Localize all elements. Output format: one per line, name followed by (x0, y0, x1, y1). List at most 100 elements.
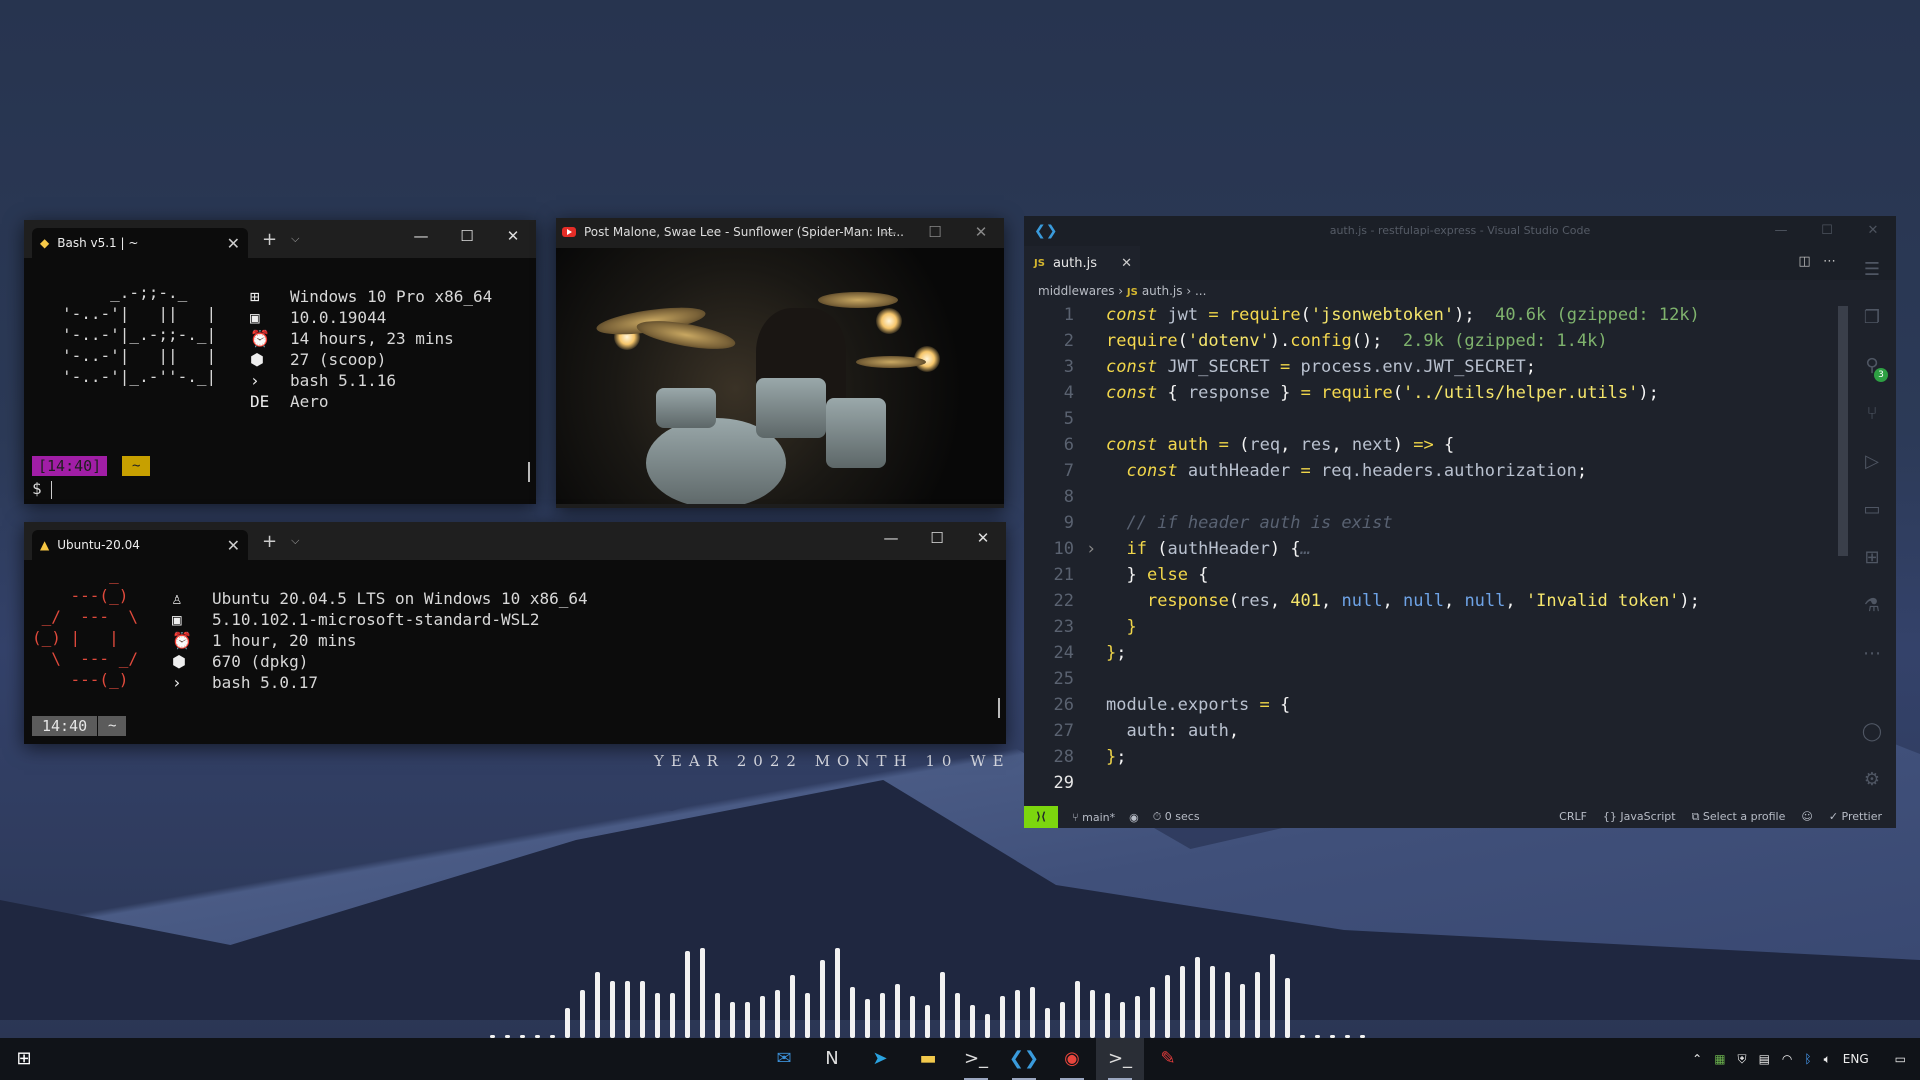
close-tab-icon[interactable]: ✕ (227, 536, 240, 555)
code-line[interactable]: 4 const { response } = require('../utils/… (1024, 380, 1834, 406)
input-language[interactable]: ENG (1843, 1052, 1869, 1066)
breadcrumb[interactable]: middlewares › JS auth.js › ... (1024, 280, 1896, 302)
breadcrumb-symbol[interactable]: ... (1195, 284, 1206, 298)
ubuntu-tab[interactable]: ▲ Ubuntu-20.04 ✕ (32, 530, 248, 560)
close-button[interactable]: ✕ (958, 218, 1004, 246)
code-line[interactable]: 23 } (1024, 614, 1834, 640)
code-line[interactable]: 27 auth: auth, (1024, 718, 1834, 744)
taskbar-explorer-icon[interactable]: ▬ (904, 1038, 952, 1080)
search-icon[interactable]: ⚲ (1848, 342, 1896, 390)
more-icon[interactable]: ⋯ (1848, 630, 1896, 678)
ubuntu-scrollbar[interactable] (998, 698, 1000, 718)
maximize-button[interactable]: ☐ (1804, 216, 1850, 246)
editor-tab-auth-js[interactable]: JS auth.js ✕ (1024, 246, 1140, 280)
ubuntu-terminal-window[interactable]: ▲ Ubuntu-20.04 ✕ + ⌵ — ☐ ✕ _ ---(_) _/ -… (24, 522, 1006, 744)
tray-app-icon[interactable]: ⛨ (1738, 1052, 1747, 1067)
video-frame[interactable] (556, 248, 1004, 504)
code-editor[interactable]: 1 const jwt = require('jsonwebtoken'); 40… (1024, 302, 1834, 796)
minimize-button[interactable]: — (1758, 216, 1804, 246)
video-pip-window[interactable]: Post Malone, Swae Lee - Sunflower (Spide… (556, 218, 1004, 508)
bash-terminal-window[interactable]: ◆ Bash v5.1 | ~ ✕ + ⌵ — ☐ ✕ _.-;;-._ '-.… (24, 220, 536, 504)
taskbar-notion-icon[interactable]: N (808, 1038, 856, 1080)
fold-chevron-icon[interactable]: › (1086, 536, 1106, 562)
code-line[interactable]: 8 (1024, 484, 1834, 510)
bash-scrollbar[interactable] (528, 462, 530, 482)
minimize-button[interactable]: — (868, 522, 914, 554)
breadcrumb-file[interactable]: auth.js (1142, 284, 1183, 298)
split-editor-icon[interactable]: ◫ ⋯ (1798, 254, 1836, 269)
code-line[interactable]: 28}; (1024, 744, 1834, 770)
new-tab-button[interactable]: + (262, 531, 277, 552)
minimize-button[interactable]: — (398, 220, 444, 252)
testing-icon[interactable]: ⚗ (1848, 582, 1896, 630)
wifi-icon[interactable]: ◠ (1782, 1052, 1792, 1066)
code-line[interactable]: 7 const authHeader = req.headers.authori… (1024, 458, 1834, 484)
source-control-icon[interactable]: ⑂ (1848, 390, 1896, 438)
code-line[interactable]: 2 require('dotenv').config(); 2.9k (gzipp… (1024, 328, 1834, 354)
code-line[interactable]: 5 (1024, 406, 1834, 432)
code-line[interactable]: 3 const JWT_SECRET = process.env.JWT_SECR… (1024, 354, 1834, 380)
code-line[interactable]: 1 const jwt = require('jsonwebtoken'); 40… (1024, 302, 1834, 328)
new-tab-button[interactable]: + (262, 229, 277, 250)
settings-gear-icon[interactable]: ⚙ (1848, 756, 1896, 804)
close-button[interactable]: ✕ (960, 522, 1006, 554)
close-tab-icon[interactable]: ✕ (1121, 256, 1132, 271)
feedback-icon[interactable]: ☺ (1801, 810, 1812, 824)
extensions-icon[interactable]: ⊞ (1848, 534, 1896, 582)
profile-selector[interactable]: ⧉ Select a profile (1692, 810, 1786, 824)
taskbar-terminal-2-icon[interactable]: >_ (1096, 1038, 1144, 1080)
code-line[interactable]: 29 (1024, 770, 1834, 796)
minimize-button[interactable]: — (866, 218, 912, 246)
close-button[interactable]: ✕ (490, 220, 536, 252)
remote-indicator-icon[interactable]: ⟩⟨ (1024, 806, 1058, 828)
code-line[interactable]: 9 // if header auth is exist (1024, 510, 1834, 536)
maximize-button[interactable]: ☐ (444, 220, 490, 252)
taskbar-app-red-icon[interactable]: ✎ (1144, 1038, 1192, 1080)
code-line[interactable]: 6 const auth = (req, res, next) => { (1024, 432, 1834, 458)
vscode-window[interactable]: ❮❯ auth.js - restfulapi-express - Visual… (1024, 216, 1896, 828)
live-share-icon[interactable]: ◉ (1129, 811, 1139, 824)
code-text: require('dotenv').config(); 2.9k (gzippe… (1106, 331, 1608, 351)
taskbar-chrome-icon[interactable]: ◉ (1048, 1038, 1096, 1080)
language-mode[interactable]: {} JavaScript (1603, 810, 1676, 824)
tray-overflow-icon[interactable]: ⌃ (1692, 1052, 1702, 1066)
code-text: const JWT_SECRET = process.env.JWT_SECRE… (1106, 357, 1536, 377)
taskbar-telegram-icon[interactable]: ➤ (856, 1038, 904, 1080)
remote-explorer-icon[interactable]: ▭ (1848, 486, 1896, 534)
code-line[interactable]: 24}; (1024, 640, 1834, 666)
git-branch[interactable]: ⑂ main* (1072, 811, 1115, 824)
taskbar-vscode-icon[interactable]: ❮❯ (1000, 1038, 1048, 1080)
tab-dropdown-icon[interactable]: ⌵ (291, 534, 299, 548)
code-line[interactable]: 21 } else { (1024, 562, 1834, 588)
maximize-button[interactable]: ☐ (912, 218, 958, 246)
bash-tab[interactable]: ◆ Bash v5.1 | ~ ✕ (32, 228, 248, 258)
start-button[interactable]: ⊞ (0, 1038, 48, 1080)
visualizer-bar (1150, 987, 1155, 1038)
tom-drum (656, 388, 716, 428)
notification-icon[interactable]: ▭ (1895, 1052, 1906, 1066)
bluetooth-icon[interactable]: ᛒ (1804, 1052, 1811, 1066)
code-line[interactable]: 26 module.exports = { (1024, 692, 1834, 718)
time-tracker[interactable]: ⏱ 0 secs (1153, 810, 1200, 824)
code-line[interactable]: 10 › if (authHeader) {… (1024, 536, 1834, 562)
editor-scrollbar[interactable] (1838, 306, 1848, 556)
close-tab-icon[interactable]: ✕ (227, 234, 240, 253)
taskbar-outlook-icon[interactable]: ✉ (760, 1038, 808, 1080)
breadcrumb-folder[interactable]: middlewares (1038, 284, 1114, 298)
code-line[interactable]: 25 (1024, 666, 1834, 692)
explorer-icon[interactable]: ❐ (1848, 294, 1896, 342)
tab-dropdown-icon[interactable]: ⌵ (291, 232, 299, 246)
bash-command-line[interactable]: $ (32, 478, 53, 499)
tray-app-icon[interactable]: ▦ (1714, 1052, 1725, 1066)
prettier-status[interactable]: ✓ Prettier (1829, 810, 1882, 824)
menu-icon[interactable]: ☰ (1848, 246, 1896, 294)
code-line[interactable]: 22 response(res, 401, null, null, null, … (1024, 588, 1834, 614)
eol-indicator[interactable]: CRLF (1559, 810, 1587, 824)
tray-app-icon[interactable]: ▤ (1759, 1052, 1770, 1066)
accounts-icon[interactable]: ◯ (1848, 708, 1896, 756)
maximize-button[interactable]: ☐ (914, 522, 960, 554)
volume-icon[interactable]: 🔈︎ (1824, 1052, 1831, 1067)
close-button[interactable]: ✕ (1850, 216, 1896, 246)
taskbar-terminal-icon[interactable]: >_ (952, 1038, 1000, 1080)
run-debug-icon[interactable]: ▷ (1848, 438, 1896, 486)
